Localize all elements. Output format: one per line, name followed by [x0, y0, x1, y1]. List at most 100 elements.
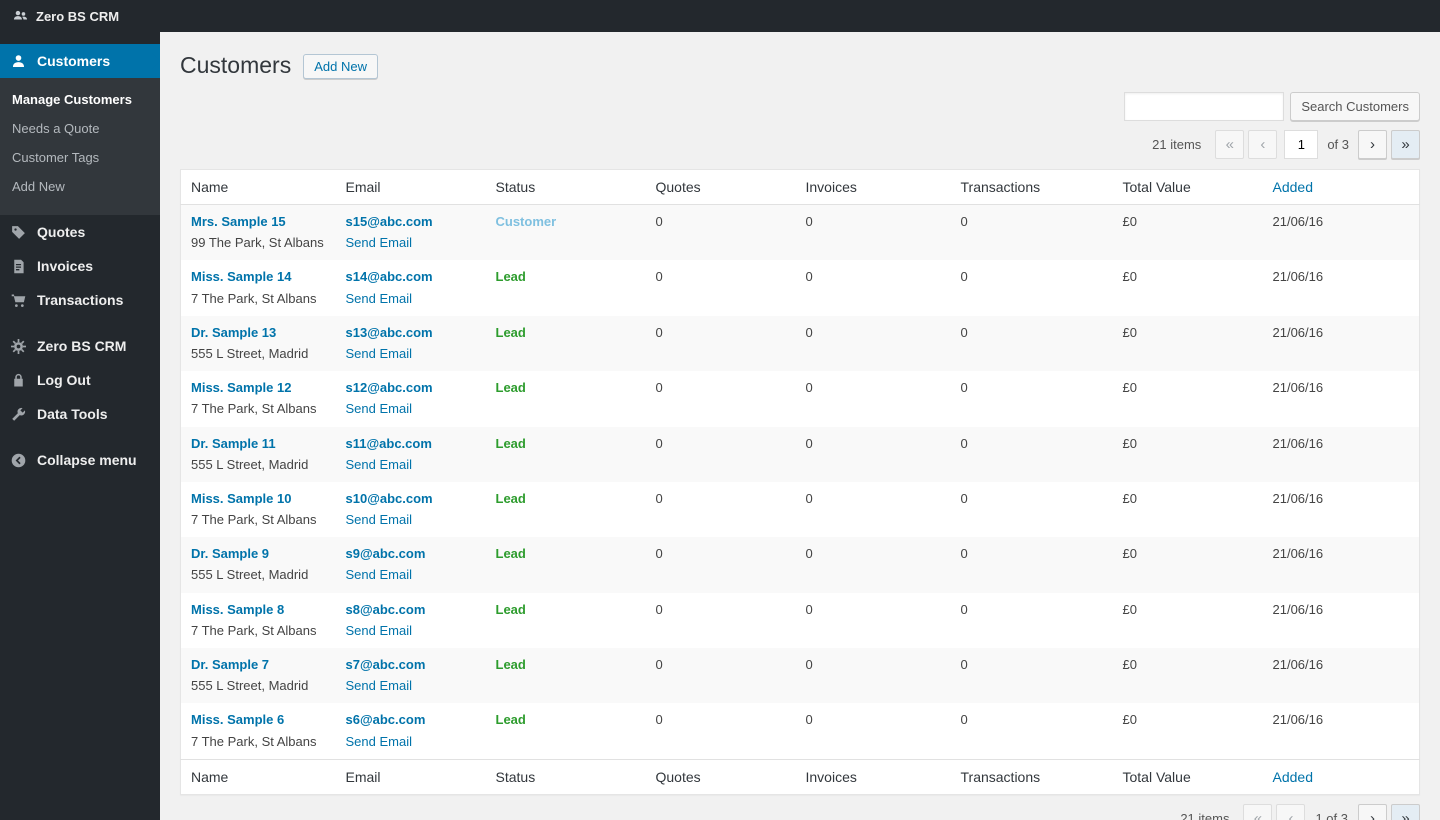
first-page-button[interactable]: «	[1215, 130, 1244, 159]
next-page-button[interactable]: ›	[1358, 130, 1387, 159]
menu-separator	[0, 431, 160, 443]
menu-separator	[0, 317, 160, 329]
customer-name-link[interactable]: Dr. Sample 11	[191, 436, 276, 451]
customer-name-link[interactable]: Dr. Sample 9	[191, 546, 269, 561]
transactions-count: 0	[951, 593, 1113, 648]
customer-address: 7 The Park, St Albans	[191, 733, 326, 751]
sidebar-item-collapse-menu[interactable]: Collapse menu	[0, 443, 160, 477]
added-date: 21/06/16	[1263, 371, 1420, 426]
transactions-count: 0	[951, 260, 1113, 315]
customer-table-body: Mrs. Sample 15 99 The Park, St Albans s1…	[181, 205, 1420, 760]
table-header-row: Name Email Status Quotes Invoices Transa…	[181, 170, 1420, 205]
current-page-input[interactable]	[1284, 130, 1318, 159]
prev-page-button[interactable]: ‹	[1248, 130, 1277, 159]
customer-address: 555 L Street, Madrid	[191, 677, 326, 695]
invoices-count: 0	[796, 205, 951, 261]
customer-email-link[interactable]: s14@abc.com	[346, 269, 433, 284]
bottom-pagination: 21 items « ‹ 1 of 3 › »	[180, 804, 1420, 820]
sidebar-item-transactions[interactable]: Transactions	[0, 283, 160, 317]
first-page-button[interactable]: «	[1243, 804, 1272, 820]
table-footer-row: Name Email Status Quotes Invoices Transa…	[181, 759, 1420, 794]
sidebar-item-label: Data Tools	[37, 406, 108, 422]
customer-name-link[interactable]: Dr. Sample 7	[191, 657, 269, 672]
customer-name-link[interactable]: Miss. Sample 6	[191, 712, 284, 727]
customer-email-link[interactable]: s10@abc.com	[346, 491, 433, 506]
column-header-added[interactable]: Added	[1263, 170, 1420, 205]
customer-email-link[interactable]: s11@abc.com	[346, 436, 432, 451]
crm-logo-icon	[12, 8, 29, 25]
prev-page-button[interactable]: ‹	[1276, 804, 1305, 820]
send-email-link[interactable]: Send Email	[346, 566, 412, 584]
send-email-link[interactable]: Send Email	[346, 234, 412, 252]
customers-table: Name Email Status Quotes Invoices Transa…	[180, 169, 1420, 795]
customer-email-link[interactable]: s15@abc.com	[346, 214, 433, 229]
last-page-button[interactable]: »	[1391, 130, 1420, 159]
sidebar-item-label: Customers	[37, 53, 110, 69]
invoices-count: 0	[796, 482, 951, 537]
column-header-name: Name	[181, 170, 336, 205]
added-date: 21/06/16	[1263, 537, 1420, 592]
transactions-count: 0	[951, 427, 1113, 482]
customer-name-link[interactable]: Miss. Sample 10	[191, 491, 291, 506]
send-email-link[interactable]: Send Email	[346, 290, 412, 308]
footer-header-added[interactable]: Added	[1263, 759, 1420, 794]
sidebar-item-data-tools[interactable]: Data Tools	[0, 397, 160, 431]
customer-name-link[interactable]: Miss. Sample 12	[191, 380, 291, 395]
sidebar-item-quotes[interactable]: Quotes	[0, 215, 160, 249]
next-page-button[interactable]: ›	[1358, 804, 1387, 820]
quotes-count: 0	[646, 371, 796, 426]
transactions-icon	[8, 290, 28, 310]
customer-email-link[interactable]: s12@abc.com	[346, 380, 433, 395]
submenu-item-customer-tags[interactable]: Customer Tags	[0, 143, 160, 172]
total-value: £0	[1113, 482, 1263, 537]
transactions-count: 0	[951, 703, 1113, 759]
submenu-item-needs-a-quote[interactable]: Needs a Quote	[0, 114, 160, 143]
customer-email-link[interactable]: s13@abc.com	[346, 325, 433, 340]
submenu-item-manage-customers[interactable]: Manage Customers	[0, 85, 160, 114]
collapse-icon	[8, 450, 28, 470]
sidebar-item-label: Quotes	[37, 224, 85, 240]
items-count: 21 items	[1180, 811, 1229, 820]
send-email-link[interactable]: Send Email	[346, 677, 412, 695]
customer-email-link[interactable]: s6@abc.com	[346, 712, 426, 727]
add-new-button[interactable]: Add New	[303, 54, 378, 79]
added-date: 21/06/16	[1263, 205, 1420, 261]
last-page-button[interactable]: »	[1391, 804, 1420, 820]
send-email-link[interactable]: Send Email	[346, 733, 412, 751]
status-badge: Lead	[496, 657, 526, 672]
sidebar-item-log-out[interactable]: Log Out	[0, 363, 160, 397]
customer-name-link[interactable]: Dr. Sample 13	[191, 325, 276, 340]
admin-bar-brand[interactable]: Zero BS CRM	[0, 0, 131, 32]
footer-header-transactions: Transactions	[951, 759, 1113, 794]
search-customers-button[interactable]: Search Customers	[1290, 92, 1420, 121]
transactions-count: 0	[951, 316, 1113, 371]
customer-email-link[interactable]: s8@abc.com	[346, 602, 426, 617]
customer-name-link[interactable]: Miss. Sample 14	[191, 269, 291, 284]
send-email-link[interactable]: Send Email	[346, 622, 412, 640]
customer-row: Miss. Sample 10 7 The Park, St Albans s1…	[181, 482, 1420, 537]
sidebar-item-zero-bs-crm[interactable]: Zero BS CRM	[0, 329, 160, 363]
send-email-link[interactable]: Send Email	[346, 400, 412, 418]
status-badge: Lead	[496, 269, 526, 284]
send-email-link[interactable]: Send Email	[346, 345, 412, 363]
send-email-link[interactable]: Send Email	[346, 511, 412, 529]
customer-row: Miss. Sample 6 7 The Park, St Albans s6@…	[181, 703, 1420, 759]
submenu-item-add-new[interactable]: Add New	[0, 172, 160, 201]
invoices-count: 0	[796, 593, 951, 648]
customer-name-link[interactable]: Mrs. Sample 15	[191, 214, 286, 229]
customer-row: Dr. Sample 7 555 L Street, Madrid s7@abc…	[181, 648, 1420, 703]
customers-icon	[8, 51, 28, 71]
search-input[interactable]	[1124, 92, 1284, 121]
customer-email-link[interactable]: s7@abc.com	[346, 657, 426, 672]
quotes-count: 0	[646, 482, 796, 537]
customer-name-link[interactable]: Miss. Sample 8	[191, 602, 284, 617]
invoices-icon	[8, 256, 28, 276]
sidebar-item-invoices[interactable]: Invoices	[0, 249, 160, 283]
sidebar-item-customers[interactable]: Customers	[0, 44, 160, 78]
customer-email-link[interactable]: s9@abc.com	[346, 546, 426, 561]
send-email-link[interactable]: Send Email	[346, 456, 412, 474]
total-value: £0	[1113, 427, 1263, 482]
quotes-count: 0	[646, 205, 796, 261]
customer-row: Dr. Sample 9 555 L Street, Madrid s9@abc…	[181, 537, 1420, 592]
customer-address: 555 L Street, Madrid	[191, 566, 326, 584]
